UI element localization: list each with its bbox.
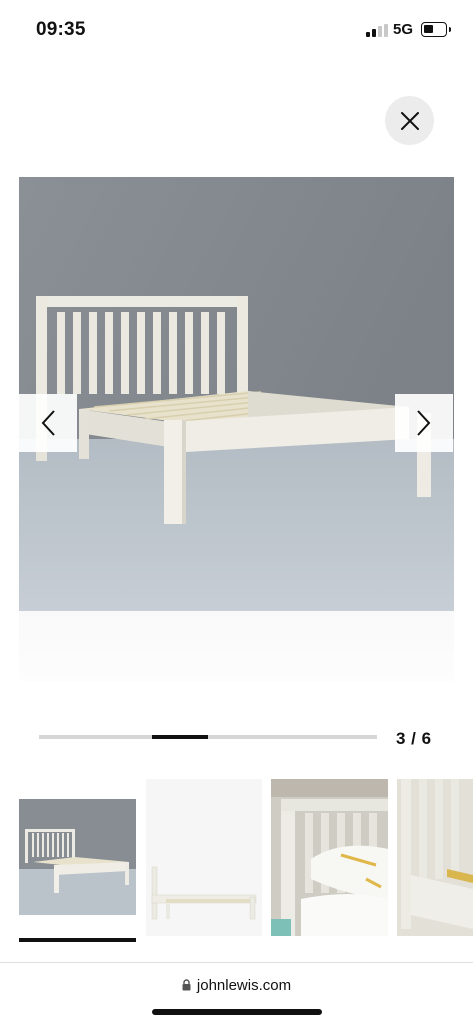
close-button[interactable] bbox=[385, 96, 434, 145]
next-image-button[interactable] bbox=[395, 394, 453, 452]
gallery-progress-bar bbox=[39, 735, 377, 739]
close-icon bbox=[400, 111, 419, 130]
selected-thumbnail-indicator bbox=[19, 938, 136, 942]
url-text[interactable]: johnlewis.com bbox=[197, 977, 291, 994]
cellular-signal-icon bbox=[366, 24, 388, 37]
thumbnail-2[interactable] bbox=[146, 779, 262, 936]
thumbnail-3[interactable] bbox=[271, 779, 388, 936]
status-bar: 09:35 5G bbox=[0, 0, 473, 60]
lock-icon bbox=[182, 979, 191, 991]
image-counter: 3 / 6 bbox=[396, 729, 432, 748]
status-time: 09:35 bbox=[36, 19, 86, 40]
main-product-image[interactable] bbox=[19, 177, 454, 611]
thumbnail-strip[interactable] bbox=[19, 779, 473, 944]
image-padding bbox=[19, 611, 454, 681]
network-label: 5G bbox=[393, 21, 414, 38]
gallery-progress-fill bbox=[151, 735, 208, 739]
browser-url-bar[interactable]: johnlewis.com bbox=[0, 962, 473, 1024]
chevron-right-icon bbox=[417, 410, 431, 436]
previous-image-button[interactable] bbox=[19, 394, 77, 452]
battery-icon bbox=[421, 22, 451, 37]
thumbnail-1[interactable] bbox=[19, 779, 136, 936]
home-indicator bbox=[152, 1009, 322, 1015]
chevron-left-icon bbox=[41, 410, 55, 436]
thumbnail-4[interactable] bbox=[397, 779, 473, 936]
